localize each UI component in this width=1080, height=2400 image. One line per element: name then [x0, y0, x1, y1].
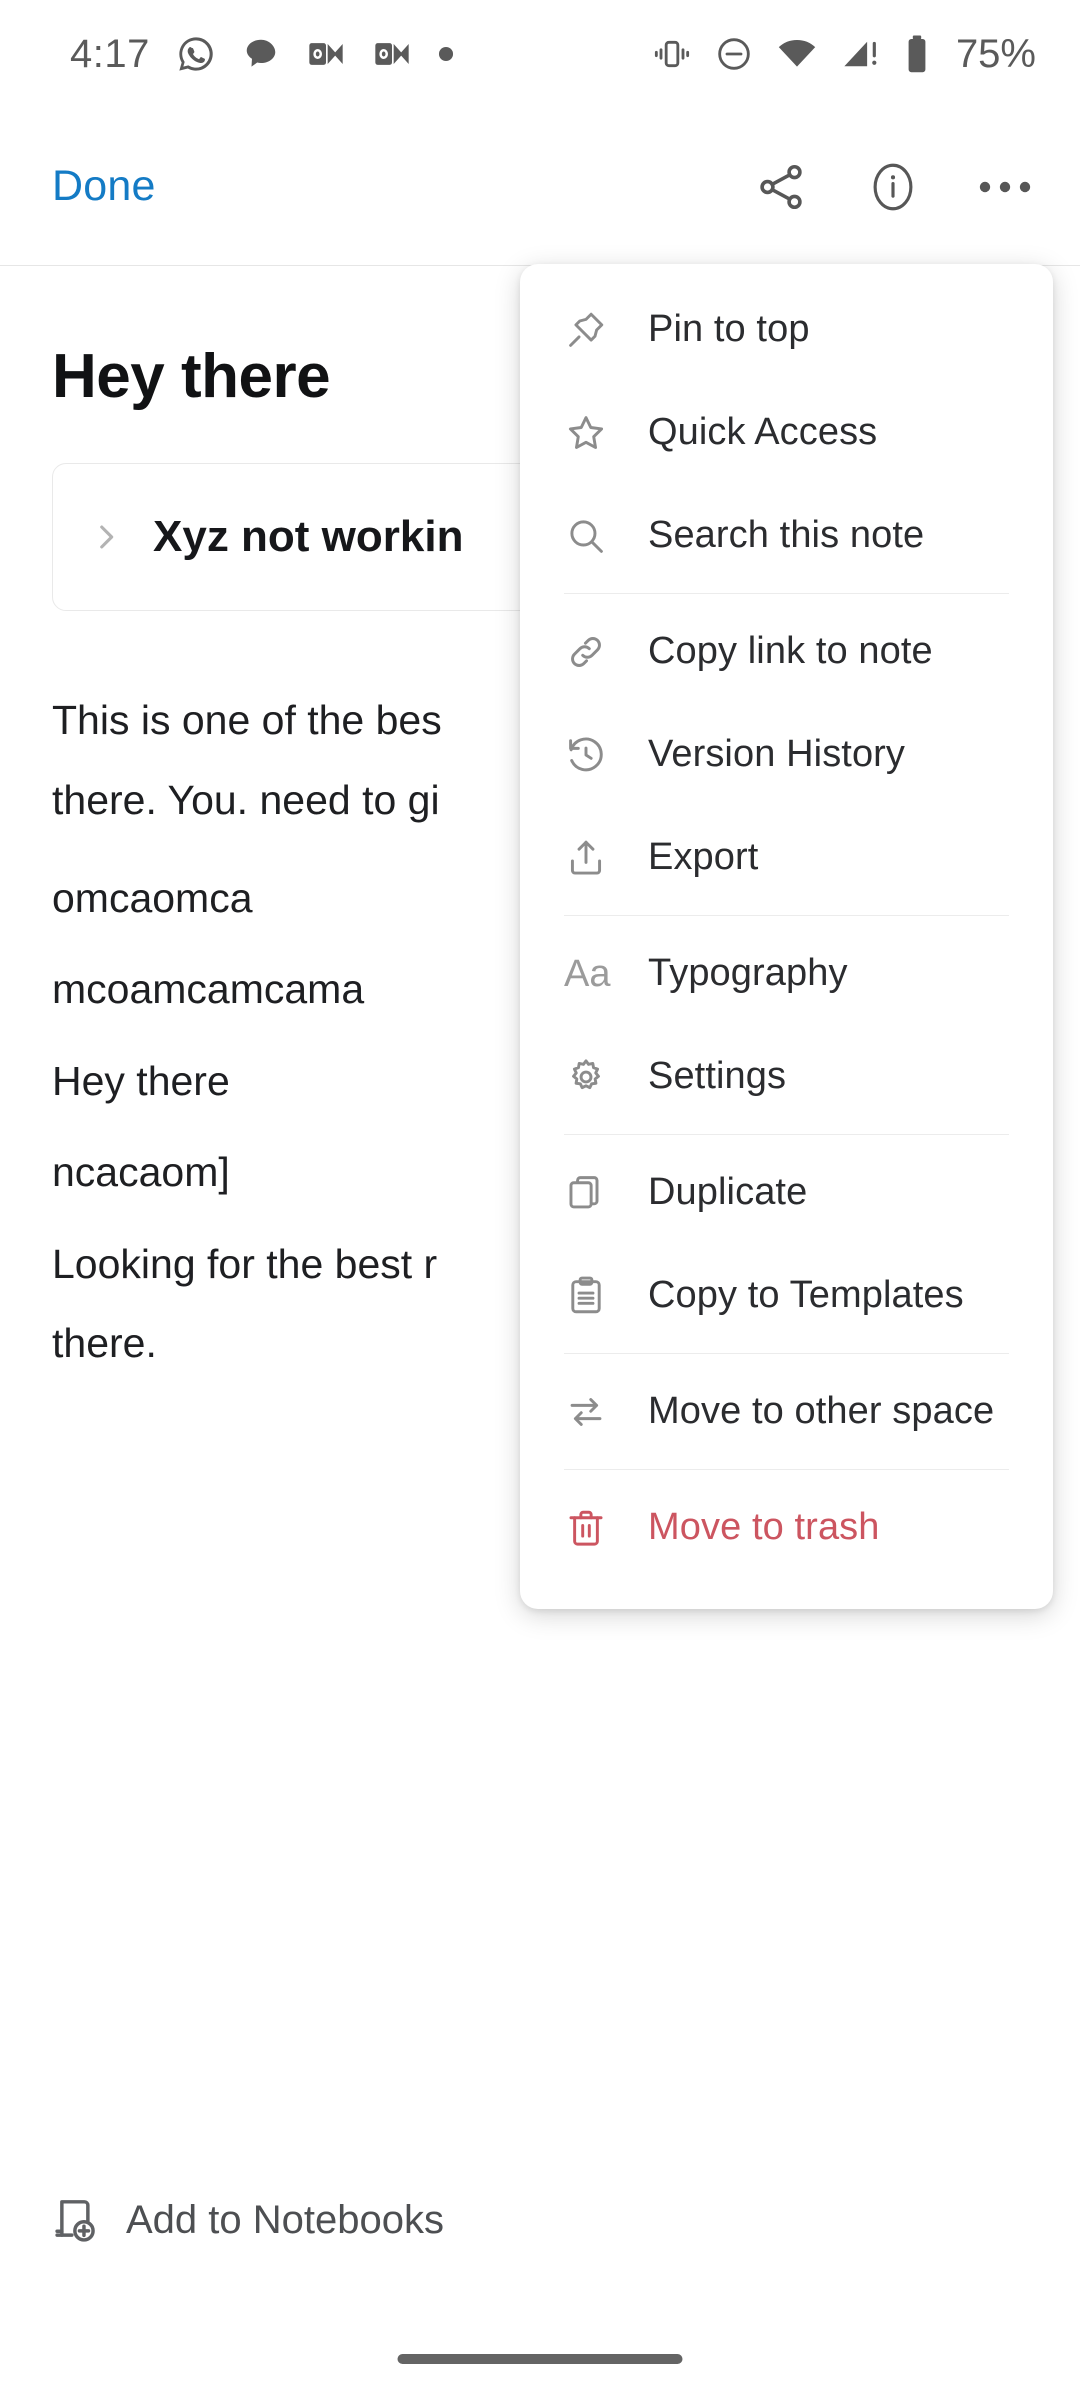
- menu-item-label: Duplicate: [648, 1171, 808, 1213]
- menu-item-label: Move to other space: [648, 1390, 995, 1432]
- notebook-add-icon[interactable]: [48, 2194, 100, 2246]
- clipboard-icon: [564, 1274, 616, 1318]
- menu-item-move-to-trash[interactable]: Move to trash: [520, 1476, 1053, 1579]
- pin-icon: [564, 308, 616, 352]
- chat-bubble-icon: [242, 35, 280, 73]
- whatsapp-icon: [176, 34, 216, 74]
- star-icon: [564, 411, 616, 455]
- add-to-notebooks-label[interactable]: Add to Notebooks: [126, 2198, 444, 2243]
- menu-item-pin-to-top[interactable]: Pin to top: [520, 278, 1053, 381]
- toolbar-actions: [754, 158, 1032, 216]
- chevron-right-icon[interactable]: [89, 520, 123, 554]
- info-circle-icon[interactable]: [864, 158, 922, 216]
- menu-item-label: Typography: [648, 952, 848, 994]
- history-clock-icon: [564, 733, 616, 777]
- menu-separator: [564, 1134, 1009, 1135]
- menu-separator: [564, 915, 1009, 916]
- menu-item-label: Settings: [648, 1055, 787, 1097]
- menu-group: Move to trash: [520, 1476, 1053, 1579]
- collapsible-section-title: Xyz not workin: [153, 512, 464, 562]
- more-notifications-dot-icon: [438, 46, 454, 62]
- menu-item-quick-access[interactable]: Quick Access: [520, 381, 1053, 484]
- gear-icon: [564, 1055, 616, 1099]
- status-bar: 4:17 75%: [0, 0, 1080, 108]
- menu-item-export[interactable]: Export: [520, 806, 1053, 909]
- status-bar-left: 4:17: [70, 32, 454, 77]
- swap-arrows-icon: [564, 1390, 616, 1434]
- vibrate-icon: [652, 34, 692, 74]
- menu-group: Copy link to note Version History Export: [520, 600, 1053, 909]
- outlook-icon-2: [372, 34, 412, 74]
- menu-group: Pin to top Quick Access Search this note: [520, 278, 1053, 587]
- menu-item-search-this-note[interactable]: Search this note: [520, 484, 1053, 587]
- more-options-icon[interactable]: [978, 177, 1032, 197]
- do-not-disturb-icon: [714, 34, 754, 74]
- menu-item-typography[interactable]: Aa Typography: [520, 922, 1053, 1025]
- done-button[interactable]: Done: [48, 154, 160, 219]
- home-indicator[interactable]: [397, 2354, 683, 2364]
- status-clock: 4:17: [70, 31, 150, 76]
- menu-separator: [564, 593, 1009, 594]
- menu-item-version-history[interactable]: Version History: [520, 703, 1053, 806]
- menu-item-label: Pin to top: [648, 308, 810, 350]
- status-bar-right: 75%: [652, 32, 1036, 77]
- outlook-icon: [306, 34, 346, 74]
- menu-group: Aa Typography Settings: [520, 922, 1053, 1128]
- battery-percentage: 75%: [955, 31, 1036, 76]
- duplicate-pages-icon: [564, 1171, 616, 1215]
- cellular-signal-warning-icon: [840, 33, 882, 75]
- menu-item-copy-to-templates[interactable]: Copy to Templates: [520, 1244, 1053, 1347]
- overflow-dropdown-menu: Pin to top Quick Access Search this note…: [520, 264, 1053, 1609]
- menu-item-label: Quick Access: [648, 411, 878, 453]
- app-screen: 4:17 75% Done Hey there Xyz not workin T…: [0, 0, 1080, 2400]
- bottom-bar: Add to Notebooks: [0, 2160, 1080, 2280]
- menu-item-move-to-other-space[interactable]: Move to other space: [520, 1360, 1053, 1463]
- top-toolbar: Done: [0, 108, 1080, 265]
- menu-separator: [564, 1469, 1009, 1470]
- menu-item-label: Version History: [648, 733, 906, 775]
- menu-item-duplicate[interactable]: Duplicate: [520, 1141, 1053, 1244]
- wifi-icon: [776, 33, 818, 75]
- export-upload-icon: [564, 836, 616, 880]
- trash-icon: [564, 1506, 616, 1550]
- search-icon: [564, 514, 616, 558]
- menu-group: Move to other space: [520, 1360, 1053, 1463]
- share-icon[interactable]: [754, 160, 808, 214]
- battery-icon: [904, 33, 930, 75]
- menu-item-label: Copy to Templates: [648, 1274, 964, 1316]
- menu-item-label: Search this note: [648, 514, 925, 556]
- menu-item-label: Copy link to note: [648, 630, 933, 672]
- menu-item-label: Export: [648, 836, 759, 878]
- typography-aa-icon: Aa: [564, 952, 611, 995]
- menu-separator: [564, 1353, 1009, 1354]
- link-icon: [564, 630, 616, 674]
- menu-item-copy-link-to-note[interactable]: Copy link to note: [520, 600, 1053, 703]
- menu-item-label: Move to trash: [648, 1506, 880, 1548]
- menu-item-settings[interactable]: Settings: [520, 1025, 1053, 1128]
- menu-group: Duplicate Copy to Templates: [520, 1141, 1053, 1347]
